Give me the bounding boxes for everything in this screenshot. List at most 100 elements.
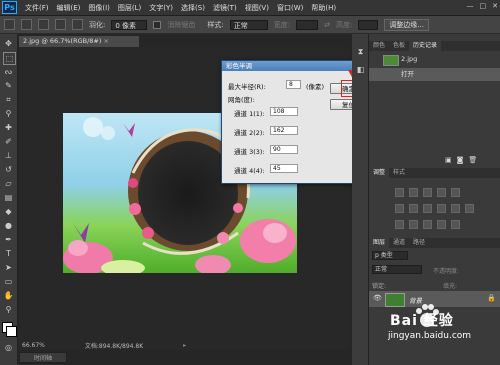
hand-tool-icon[interactable]: ✋: [3, 290, 14, 301]
eyedropper-tool-icon[interactable]: ⚲: [3, 108, 14, 119]
dodge-tool-icon[interactable]: ●: [3, 220, 14, 231]
menu-filter[interactable]: 滤镜(T): [213, 3, 237, 13]
tab-color[interactable]: 颜色: [369, 41, 389, 51]
posterize-icon[interactable]: [409, 220, 418, 229]
document-close-icon[interactable]: ×: [103, 37, 108, 45]
maximize-icon[interactable]: □: [480, 2, 487, 10]
tab-history[interactable]: 历史记录: [409, 41, 442, 51]
tab-adjustments[interactable]: 调整: [369, 168, 390, 178]
status-arrow-icon[interactable]: ▸: [183, 342, 186, 349]
tab-styles[interactable]: 样式: [389, 168, 409, 178]
brush-tool-icon[interactable]: ✐: [3, 136, 14, 147]
screen-angle-label: 网角(度):: [228, 96, 255, 104]
curves-icon[interactable]: [423, 188, 432, 197]
channel-4-input[interactable]: 45: [270, 164, 298, 173]
tab-layers[interactable]: 图层: [369, 238, 390, 248]
quick-select-tool-icon[interactable]: ✎: [3, 80, 14, 91]
history-snapshot-row[interactable]: 2.jpg: [369, 53, 500, 66]
max-radius-input[interactable]: 8: [286, 80, 301, 89]
max-radius-unit: (像素): [306, 83, 325, 91]
lasso-tool-icon[interactable]: ᔓ: [3, 66, 14, 77]
healing-tool-icon[interactable]: ✚: [3, 122, 14, 133]
channel-mixer-icon[interactable]: [451, 204, 460, 213]
photo-filter-icon[interactable]: [437, 204, 446, 213]
feather-input[interactable]: 0 像素: [111, 19, 148, 30]
history-panel-icon[interactable]: ⧗: [355, 46, 366, 57]
quick-mask-icon[interactable]: ◎: [3, 342, 14, 353]
adjustments-tabs: 调整 样式: [369, 168, 500, 178]
tab-paths[interactable]: 路径: [409, 238, 429, 248]
close-icon[interactable]: ✕: [492, 2, 498, 10]
menu-layer[interactable]: 图层(L): [118, 3, 141, 13]
trash-icon[interactable]: 🗑: [468, 156, 477, 164]
invert-icon[interactable]: [395, 220, 404, 229]
levels-icon[interactable]: [409, 188, 418, 197]
black-white-icon[interactable]: [423, 204, 432, 213]
refine-edge-button[interactable]: 调整边缘...: [384, 18, 429, 31]
menu-file[interactable]: 文件(F): [25, 3, 49, 13]
menu-help[interactable]: 帮助(H): [311, 3, 336, 13]
watermark-brand: Bai 经验: [390, 313, 454, 329]
new-document-icon[interactable]: ▣: [445, 156, 452, 164]
menu-view[interactable]: 视图(V): [245, 3, 269, 13]
zoom-readout[interactable]: 66.67%: [22, 342, 45, 349]
selective-color-icon[interactable]: [451, 220, 460, 229]
menu-type[interactable]: 文字(Y): [149, 3, 173, 13]
menu-image[interactable]: 图像(I): [88, 3, 110, 13]
minimize-icon[interactable]: —: [467, 2, 474, 10]
options-bar: 羽化: 0 像素 消除锯齿 样式: 正常 宽度: ⇄ 高度: 调整边缘...: [0, 16, 500, 34]
antialias-checkbox[interactable]: [153, 20, 162, 29]
blend-mode-select[interactable]: 正常: [372, 265, 422, 274]
color-balance-icon[interactable]: [409, 204, 418, 213]
tab-channels[interactable]: 通道: [389, 238, 409, 248]
tab-swatches[interactable]: 色板: [389, 41, 409, 51]
history-actions: ▣ ◙ 🗑: [445, 156, 477, 164]
brightness-icon[interactable]: [395, 188, 404, 197]
gradient-tool-icon[interactable]: ▤: [3, 192, 14, 203]
background-color-swatch[interactable]: [6, 326, 17, 337]
crop-tool-icon[interactable]: ⌗: [3, 94, 14, 105]
channel-3-input[interactable]: 90: [270, 145, 298, 154]
add-selection-icon[interactable]: [38, 19, 49, 30]
eraser-tool-icon[interactable]: ▱: [3, 178, 14, 189]
channel-2-input[interactable]: 162: [270, 126, 298, 135]
vibrance-icon[interactable]: [451, 188, 460, 197]
layer-kind-select[interactable]: p 类型: [372, 251, 408, 260]
color-lookup-icon[interactable]: [465, 204, 474, 213]
properties-panel-icon[interactable]: ◧: [355, 64, 366, 75]
move-tool-icon[interactable]: ✥: [3, 38, 14, 49]
menu-edit[interactable]: 编辑(E): [57, 3, 81, 13]
timeline-tab[interactable]: 时间轴: [19, 352, 67, 363]
stamp-tool-icon[interactable]: ⊥: [3, 150, 14, 161]
swap-icon[interactable]: ⇄: [324, 21, 330, 29]
height-input[interactable]: [358, 19, 379, 30]
layers-tabs: 图层 通道 路径: [369, 238, 500, 248]
marquee-preset-icon[interactable]: [4, 19, 15, 30]
pen-tool-icon[interactable]: ✒: [3, 234, 14, 245]
layer-visibility-eye-icon[interactable]: 👁: [373, 294, 382, 302]
shape-tool-icon[interactable]: ▭: [3, 276, 14, 287]
width-input[interactable]: [296, 19, 319, 30]
subtract-selection-icon[interactable]: [55, 19, 66, 30]
new-selection-icon[interactable]: [21, 19, 32, 30]
marquee-tool-icon[interactable]: ⬚: [3, 52, 16, 65]
document-tab[interactable]: 2.jpg @ 66.7%(RGB/8#) ×: [19, 36, 139, 47]
path-select-tool-icon[interactable]: ➤: [3, 262, 14, 273]
hue-saturation-icon[interactable]: [395, 204, 404, 213]
camera-icon[interactable]: ◙: [457, 156, 464, 164]
style-select[interactable]: 正常: [229, 19, 268, 30]
channel-1-input[interactable]: 108: [270, 107, 298, 116]
menu-select[interactable]: 选择(S): [181, 3, 205, 13]
gradient-map-icon[interactable]: [437, 220, 446, 229]
zoom-tool-icon[interactable]: ⚲: [3, 304, 14, 315]
threshold-icon[interactable]: [423, 220, 432, 229]
exposure-icon[interactable]: [437, 188, 446, 197]
history-item-open[interactable]: 打开: [369, 68, 500, 81]
type-tool-icon[interactable]: T: [3, 248, 14, 259]
channel-1-label: 通道 1(1):: [234, 110, 265, 118]
document-tab-title: 2.jpg @ 66.7%(RGB/8#): [23, 37, 102, 45]
history-brush-tool-icon[interactable]: ↺: [3, 164, 14, 175]
menu-window[interactable]: 窗口(W): [277, 3, 303, 13]
blur-tool-icon[interactable]: ◆: [3, 206, 14, 217]
intersect-selection-icon[interactable]: [72, 19, 83, 30]
